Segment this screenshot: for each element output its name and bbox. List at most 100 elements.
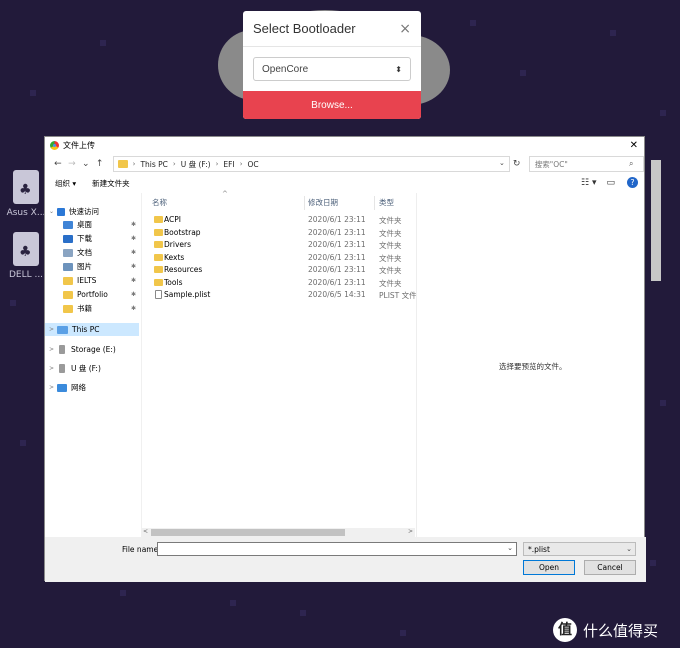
computer-icon [57, 325, 68, 334]
folder-icon [63, 290, 73, 299]
search-input[interactable]: 搜索"OC" ⌕ [528, 156, 645, 172]
file-name-field[interactable]: ⌄ [157, 542, 517, 556]
nav-label: U 盘 (F:) [71, 364, 101, 373]
file-type-filter[interactable]: *.plist ⌄ [523, 542, 636, 556]
nav-item-storage[interactable]: > Storage (E:) [49, 343, 139, 356]
column-divider[interactable] [374, 196, 375, 210]
dialog-titlebar: 文件上传 ✕ [45, 137, 644, 154]
column-header-type[interactable]: 类型 [379, 197, 394, 209]
file-name: Kexts [164, 252, 185, 262]
boot-entry-label: Asus X... [6, 208, 46, 218]
breadcrumb-item[interactable]: U 盘 (F:) [181, 159, 211, 170]
nav-item-this-pc[interactable]: > This PC [45, 323, 139, 336]
nav-item-desktop[interactable]: 桌面 ✱ [63, 218, 139, 231]
file-row[interactable]: ACPI 2020/6/1 23:11 文件夹 [142, 214, 416, 227]
close-icon[interactable]: ✕ [630, 140, 638, 151]
file-type: PLIST 文件 [379, 291, 417, 300]
preview-pane-icon[interactable]: ▭ [606, 178, 615, 188]
help-icon[interactable]: ? [627, 177, 638, 188]
nav-item-downloads[interactable]: 下载 ✱ [63, 232, 139, 245]
nav-quick-access[interactable]: ⌄ 快速访问 [49, 205, 139, 218]
nav-item-pictures[interactable]: 图片 ✱ [63, 260, 139, 273]
column-header-name[interactable]: 名称 [152, 197, 167, 209]
nav-label: Portfolio [77, 290, 108, 299]
forward-arrow-icon[interactable]: → [65, 159, 79, 169]
file-row[interactable]: Tools 2020/6/1 23:11 文件夹 [142, 277, 416, 290]
open-button[interactable]: Open [523, 560, 575, 575]
select-arrows-icon: ⬍ [395, 64, 402, 74]
file-row[interactable]: Bootstrap 2020/6/1 23:11 文件夹 [142, 227, 416, 240]
address-row: ← → ⌄ ↑ › This PC › U 盘 (F:) › EFI › OC … [45, 154, 645, 174]
nav-item-documents[interactable]: 文档 ✱ [63, 246, 139, 259]
up-arrow-icon[interactable]: ↑ [93, 159, 107, 169]
scroll-right-icon[interactable]: > [408, 528, 413, 535]
cancel-button[interactable]: Cancel [584, 560, 636, 575]
modal-title: Select Bootloader [253, 21, 356, 36]
nav-item-ielts[interactable]: IELTS ✱ [63, 274, 139, 287]
file-date: 2020/6/1 23:11 [308, 252, 366, 262]
pin-icon: ✱ [131, 305, 137, 312]
folder-icon [154, 228, 163, 236]
recent-locations-icon[interactable]: ⌄ [79, 159, 93, 169]
pin-icon: ✱ [131, 221, 137, 228]
back-arrow-icon[interactable]: ← [51, 159, 65, 169]
breadcrumb-item[interactable]: This PC [140, 160, 167, 169]
star-icon [57, 207, 65, 216]
folder-icon [63, 276, 73, 285]
nav-label: 网络 [71, 383, 86, 392]
folder-icon [154, 241, 163, 248]
file-date: 2020/6/1 23:11 [308, 277, 366, 287]
file-type: 文件夹 [379, 216, 402, 225]
new-folder-button[interactable]: 新建文件夹 [92, 178, 130, 189]
modal-header: Select Bootloader × [243, 11, 421, 47]
expand-icon: > [49, 365, 55, 372]
scrollbar-thumb[interactable] [151, 529, 345, 536]
file-row[interactable]: Resources 2020/6/1 23:11 文件夹 [142, 264, 416, 277]
file-type: 文件夹 [379, 228, 402, 238]
file-row[interactable]: Drivers 2020/6/1 23:11 文件夹 [142, 239, 416, 252]
breadcrumb-item[interactable]: EFI [223, 160, 234, 169]
horizontal-scrollbar[interactable]: < > [141, 528, 415, 537]
browse-button[interactable]: Browse... [243, 91, 421, 119]
file-date: 2020/6/1 23:11 [308, 265, 366, 274]
folder-icon [63, 304, 73, 313]
column-header-date[interactable]: 修改日期 [308, 197, 338, 209]
organize-button[interactable]: 组织 ▾ [55, 178, 76, 189]
file-row[interactable]: Sample.plist 2020/6/5 14:31 PLIST 文件 [142, 289, 417, 302]
dialog-toolbar: 组织 ▾ 新建文件夹 ☷ ▾ ▭ ? [45, 174, 644, 193]
file-type: 文件夹 [379, 278, 402, 288]
file-type: 文件夹 [379, 253, 402, 263]
column-divider[interactable] [304, 196, 305, 210]
sort-arrow-icon: ^ [222, 190, 228, 198]
boot-entry-dell[interactable]: DELL ... [6, 232, 46, 280]
file-type: 文件夹 [379, 241, 402, 250]
close-icon[interactable]: × [399, 21, 411, 37]
refresh-icon[interactable]: ↻ [513, 159, 525, 169]
chevron-down-icon[interactable]: ⌄ [507, 544, 513, 552]
breadcrumb-item[interactable]: OC [248, 160, 259, 169]
nav-item-usb[interactable]: > U 盘 (F:) [49, 362, 139, 375]
address-bar[interactable]: › This PC › U 盘 (F:) › EFI › OC ⌄ [112, 156, 510, 172]
breadcrumb-separator: › [172, 160, 176, 168]
nav-label: 快速访问 [69, 207, 99, 216]
nav-item-portfolio[interactable]: Portfolio ✱ [63, 288, 139, 301]
network-icon [57, 383, 67, 392]
download-icon [63, 234, 73, 243]
boot-entry-asus[interactable]: Asus X... [6, 170, 46, 218]
bootloader-select[interactable]: OpenCore ⬍ [253, 57, 411, 81]
watermark-badge: 值 [553, 618, 577, 642]
nav-item-books[interactable]: 书籍 ✱ [63, 302, 139, 315]
nav-label: 下载 [77, 234, 92, 243]
view-options-icon[interactable]: ☷ ▾ [581, 178, 596, 188]
folder-icon [154, 253, 163, 261]
file-name: Drivers [164, 240, 191, 249]
scroll-left-icon[interactable]: < [143, 528, 148, 535]
nav-item-network[interactable]: > 网络 [49, 381, 139, 394]
file-date: 2020/6/1 23:11 [308, 227, 366, 237]
file-row[interactable]: Kexts 2020/6/1 23:11 文件夹 [142, 252, 416, 265]
pin-icon: ✱ [131, 277, 137, 284]
file-name: Bootstrap [164, 227, 201, 237]
chevron-down-icon[interactable]: ⌄ [499, 159, 505, 167]
expand-icon: > [49, 326, 55, 333]
watermark: 值 什么值得买 [553, 618, 658, 642]
